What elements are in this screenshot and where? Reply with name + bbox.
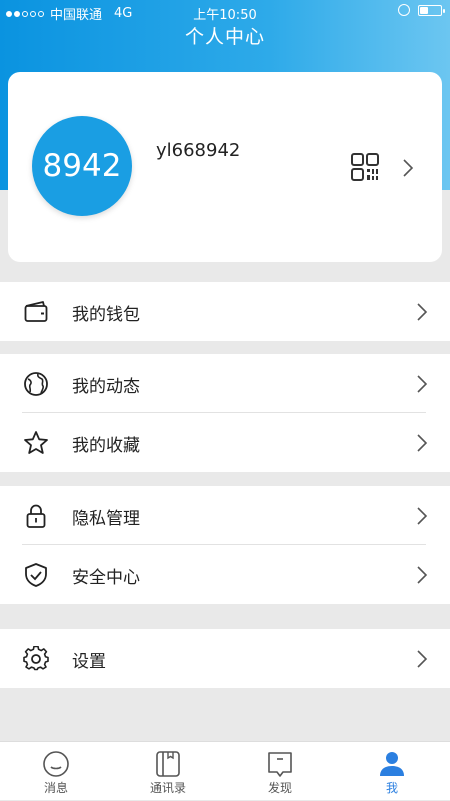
qr-code-icon[interactable]: [350, 152, 380, 182]
shield-check-icon: [25, 563, 47, 587]
menu-item-security-center[interactable]: 安全中心: [0, 545, 450, 604]
tab-messages[interactable]: 消息: [0, 742, 112, 801]
menu-item-favorites[interactable]: 我的收藏: [0, 413, 450, 472]
menu-item-label: 我的收藏: [72, 436, 140, 456]
menu-group-social: 我的动态 我的收藏: [0, 354, 450, 472]
chevron-right-icon: [417, 434, 428, 452]
orientation-lock-icon: [398, 4, 410, 16]
menu-item-label: 我的动态: [72, 377, 140, 397]
battery-icon: [418, 4, 445, 16]
globe-icon: [24, 372, 48, 396]
status-time: 上午10:50: [193, 8, 257, 23]
profile-card[interactable]: 8942 yl668942: [8, 72, 442, 262]
contacts-icon: [156, 751, 180, 777]
tab-label: 消息: [43, 781, 68, 795]
chevron-right-icon: [417, 566, 428, 584]
star-icon: [24, 431, 48, 454]
menu-item-settings[interactable]: 设置: [0, 629, 450, 688]
page-title: 个人中心: [184, 26, 265, 48]
chevron-right-icon: [417, 375, 428, 393]
status-right: [398, 4, 445, 16]
message-icon: [43, 751, 69, 777]
tab-bar: 消息 通讯录 发现 我: [0, 741, 450, 800]
discover-icon: [268, 752, 292, 777]
tab-label: 发现: [267, 781, 292, 795]
menu-item-wallet[interactable]: 我的钱包: [0, 282, 450, 341]
wallet-icon: [24, 301, 48, 322]
menu-group-security: 隐私管理 安全中心: [0, 486, 450, 604]
menu-item-label: 我的钱包: [72, 305, 140, 325]
me-icon: [380, 752, 404, 776]
menu-group-settings: 设置: [0, 629, 450, 688]
tab-discover[interactable]: 发现: [224, 742, 336, 801]
chevron-right-icon: [417, 303, 428, 321]
avatar[interactable]: 8942: [32, 116, 132, 216]
menu-group-wallet: 我的钱包: [0, 282, 450, 341]
menu-item-label: 设置: [72, 652, 106, 672]
tab-contacts[interactable]: 通讯录: [112, 742, 224, 801]
menu-item-privacy[interactable]: 隐私管理: [0, 486, 450, 545]
tab-label: 我: [385, 781, 398, 795]
lock-icon: [26, 504, 46, 528]
chevron-right-icon: [417, 650, 428, 668]
status-bar: 中国联通 4G 上午10:50: [0, 0, 450, 24]
tab-label: 通讯录: [149, 781, 186, 795]
menu-item-moments[interactable]: 我的动态: [0, 354, 450, 413]
menu-item-label: 隐私管理: [72, 509, 140, 529]
gear-icon: [23, 646, 49, 671]
username: yl668942: [156, 140, 241, 161]
chevron-right-icon: [417, 507, 428, 525]
menu-item-label: 安全中心: [72, 568, 140, 588]
chevron-right-icon[interactable]: [402, 158, 414, 178]
tab-me[interactable]: 我: [336, 742, 448, 801]
